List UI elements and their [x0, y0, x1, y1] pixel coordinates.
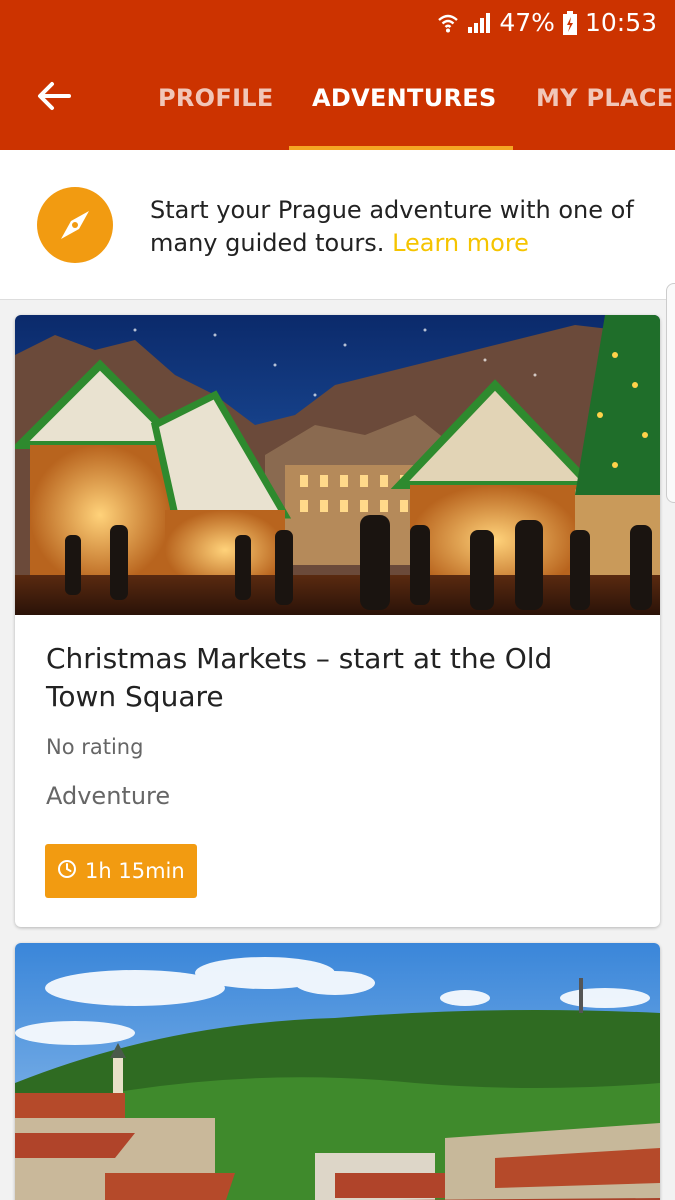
duration-badge: 1h 15min: [45, 844, 197, 898]
wifi-icon: [437, 12, 459, 34]
duration-text: 1h 15min: [85, 859, 185, 883]
tab-bar: PROFILE ADVENTURES MY PLACES: [134, 70, 675, 150]
prague-hill-image: [15, 943, 660, 1200]
tab-my-places[interactable]: MY PLACES: [536, 70, 675, 150]
app-header: 47% 10:53 PROFILE ADVENTURES MY PLACES: [0, 0, 675, 150]
tour-category: Adventure: [46, 782, 171, 810]
clock-icon: [57, 859, 77, 884]
tab-profile[interactable]: PROFILE: [158, 70, 274, 150]
tour-card[interactable]: [15, 943, 660, 1200]
banner-text: Start your Prague adventure with one of …: [150, 194, 655, 260]
tour-card[interactable]: Christmas Markets – start at the Old Tow…: [15, 315, 660, 927]
compass-icon: [37, 187, 113, 263]
christmas-market-image: [15, 315, 660, 615]
tab-adventures[interactable]: ADVENTURES: [312, 70, 497, 150]
battery-percent: 47%: [499, 8, 555, 37]
status-right: 47% 10:53: [437, 8, 657, 37]
learn-more-link[interactable]: Learn more: [392, 229, 529, 257]
signal-icon: [467, 12, 491, 34]
info-banner: Start your Prague adventure with one of …: [0, 150, 675, 300]
battery-charging-icon: [562, 10, 577, 35]
tour-title: Christmas Markets – start at the Old Tow…: [46, 642, 553, 713]
edge-panel-handle[interactable]: [666, 283, 675, 503]
clock: 10:53: [584, 8, 657, 37]
tour-rating: No rating: [46, 735, 144, 759]
back-button[interactable]: [26, 72, 82, 124]
arrow-left-icon: [37, 81, 71, 115]
status-bar: 47% 10:53: [0, 0, 675, 48]
